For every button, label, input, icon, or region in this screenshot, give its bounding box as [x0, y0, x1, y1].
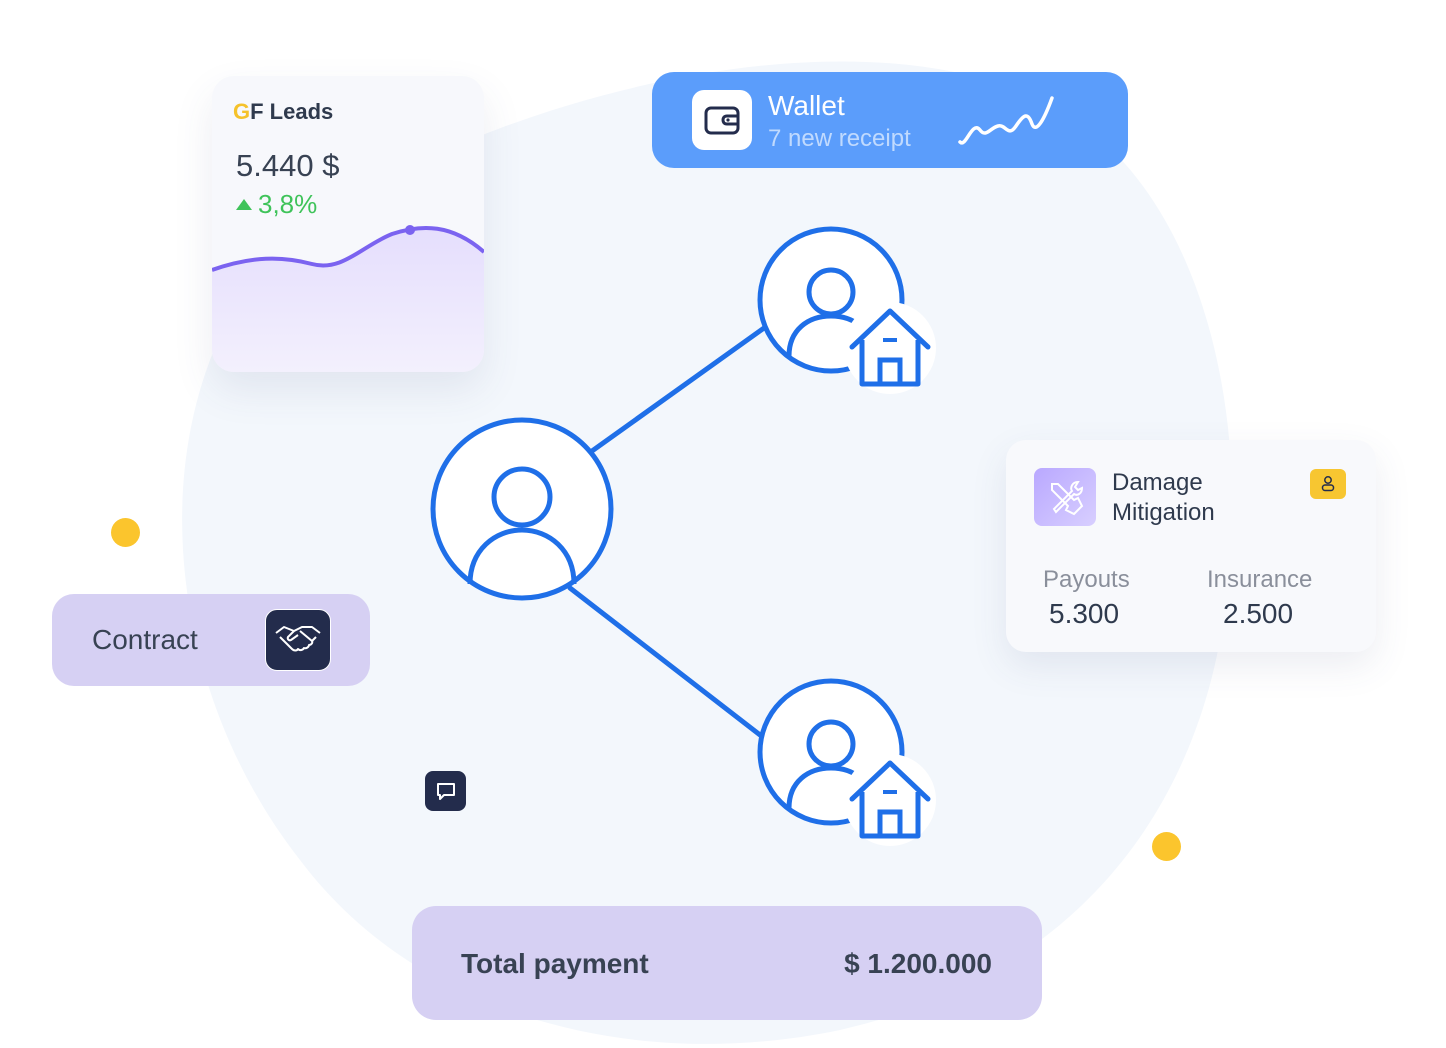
- decorative-dot-left: [111, 518, 140, 547]
- insurance-label: Insurance: [1207, 566, 1313, 593]
- contract-label: Contract: [92, 624, 198, 655]
- decorative-dot-right: [1152, 832, 1181, 861]
- leads-area-chart: [212, 225, 484, 372]
- contract-card[interactable]: Contract: [52, 594, 370, 686]
- total-payment-card[interactable]: Total payment $ 1.200.000: [412, 906, 1042, 1020]
- insurance-value: 2.500: [1223, 598, 1294, 629]
- payouts-label: Payouts: [1043, 566, 1130, 593]
- total-payment-label: Total payment: [461, 948, 649, 979]
- handshake-icon[interactable]: [265, 609, 331, 671]
- sparkline-icon: [958, 96, 1054, 145]
- user-icon[interactable]: [1310, 469, 1346, 499]
- damage-mitigation-card[interactable]: Damage Mitigation Payouts 5.300 Insuranc…: [1006, 440, 1376, 652]
- wallet-icon: [692, 90, 752, 150]
- payouts-value: 5.300: [1049, 598, 1120, 629]
- leads-amount: 5.440 $: [236, 148, 340, 183]
- total-payment-value: $ 1.200.000: [844, 948, 992, 979]
- chat-icon[interactable]: [425, 771, 466, 811]
- leads-card[interactable]: GF Leads 5.440 $ 3,8%: [212, 76, 484, 372]
- wallet-subtitle: 7 new receipt: [768, 125, 911, 152]
- connector-top: [589, 325, 767, 454]
- user-home-icon-top: [757, 226, 936, 394]
- central-user-icon: [430, 417, 614, 601]
- damage-title: Damage Mitigation: [1112, 469, 1215, 526]
- wallet-card[interactable]: Wallet 7 new receipt: [652, 72, 1128, 168]
- leads-title: GF Leads: [233, 99, 334, 124]
- tools-icon: [1034, 468, 1096, 526]
- wallet-title: Wallet: [768, 90, 845, 121]
- user-home-icon-bottom: [757, 678, 936, 846]
- connector-bottom: [567, 585, 767, 741]
